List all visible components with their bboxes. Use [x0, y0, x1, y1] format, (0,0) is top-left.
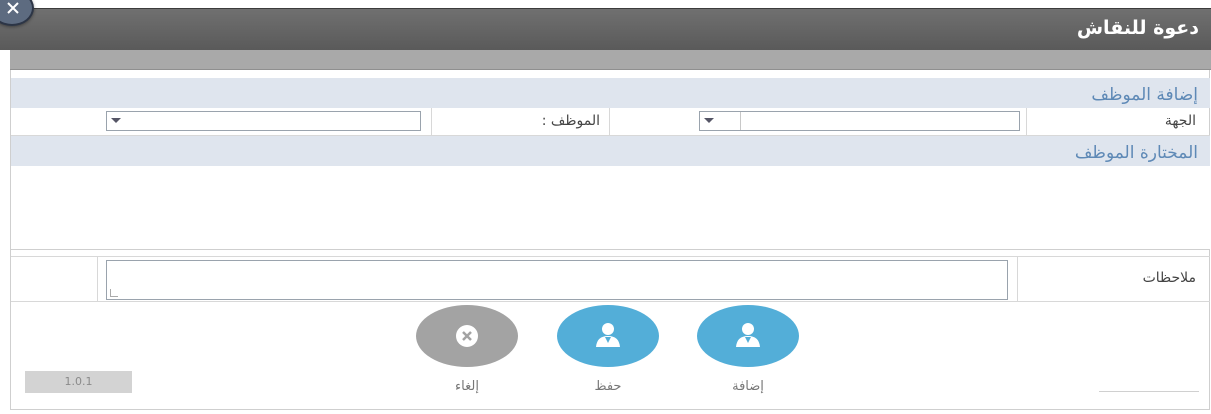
- cell-divider: [609, 108, 610, 136]
- save-button-circle[interactable]: [557, 305, 659, 367]
- save-button-label: حفظ: [594, 379, 622, 394]
- toolbar-strip: [10, 50, 1211, 70]
- resize-grip-icon[interactable]: [110, 289, 118, 297]
- user-add-icon: [736, 323, 760, 347]
- cell-divider: [1017, 257, 1018, 301]
- dialog-title: دعوة للنقاش: [1076, 17, 1199, 39]
- dialog-content: إضافة الموظف الجهة الموظف : المختارة الم…: [10, 70, 1210, 410]
- cancel-button-label: إلغاء: [455, 379, 479, 394]
- notes-row: ملاحظات: [11, 256, 1210, 302]
- version-badge: 1.0.1: [25, 371, 132, 393]
- close-icon: [7, 2, 19, 14]
- department-select[interactable]: [699, 111, 1020, 131]
- footer-divider: [1099, 391, 1199, 392]
- chevron-down-icon: [111, 118, 121, 123]
- select-divider: [740, 112, 741, 130]
- add-button-circle[interactable]: [697, 305, 799, 367]
- dialog-titlebar: دعوة للنقاش: [0, 8, 1211, 50]
- cell-divider: [431, 108, 432, 136]
- selected-employees-list: [11, 166, 1210, 250]
- discussion-invite-dialog: دعوة للنقاش إضافة الموظف الجهة الموظف :: [0, 0, 1211, 414]
- chevron-down-icon: [704, 118, 714, 123]
- add-button[interactable]: إضافة: [696, 305, 800, 394]
- notes-textarea[interactable]: [106, 260, 1008, 300]
- cancel-button-circle[interactable]: [416, 305, 518, 367]
- add-button-label: إضافة: [732, 379, 764, 394]
- user-save-icon: [596, 323, 620, 347]
- add-employee-section-header: إضافة الموظف: [11, 78, 1210, 108]
- employee-select[interactable]: [106, 111, 421, 131]
- notes-label: ملاحظات: [1142, 270, 1196, 286]
- save-button[interactable]: حفظ: [556, 305, 660, 394]
- department-label: الجهة: [1164, 113, 1196, 129]
- cancel-x-icon: [456, 325, 478, 347]
- employee-label: الموظف :: [541, 113, 600, 129]
- cancel-button[interactable]: إلغاء: [415, 305, 519, 394]
- cell-divider: [97, 257, 98, 301]
- selected-employees-section-header: المختارة الموظف: [11, 136, 1210, 166]
- employee-filter-row: الجهة الموظف :: [11, 108, 1210, 136]
- cell-divider: [1026, 108, 1027, 136]
